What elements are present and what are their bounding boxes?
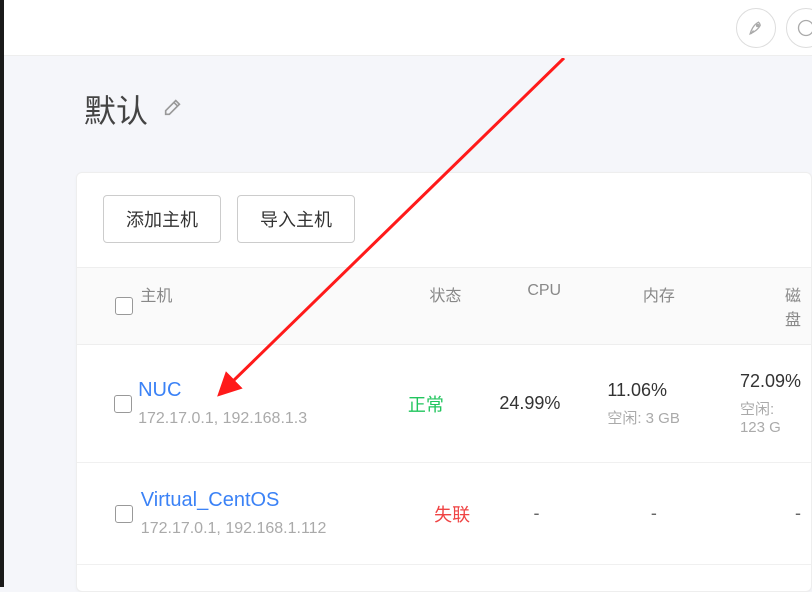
host-table: 主机 状态 CPU 内存 磁盘 NUC 172.17.0.1, 192.168.… <box>77 267 811 565</box>
host-ips: 172.17.0.1, 192.168.1.3 <box>138 410 408 428</box>
row-checkbox[interactable] <box>115 505 133 523</box>
content: 默认 添加主机 导入主机 主机 状态 CPU 内存 磁盘 <box>4 56 812 592</box>
cpu-value: - <box>534 503 540 523</box>
status-badge: 正常 <box>408 395 444 415</box>
status-badge: 失联 <box>434 505 470 525</box>
page-title-row: 默认 <box>84 86 812 132</box>
select-all-checkbox[interactable] <box>115 297 133 315</box>
col-header-cpu: CPU <box>527 282 643 330</box>
disk-free: 空闲: 123 G <box>740 398 801 436</box>
host-card: 添加主机 导入主机 主机 状态 CPU 内存 磁盘 NUC <box>76 172 812 592</box>
import-host-button[interactable]: 导入主机 <box>237 195 355 243</box>
memory-free: 空闲: 3 GB <box>607 407 740 428</box>
edit-icon[interactable] <box>162 96 184 123</box>
table-header: 主机 状态 CPU 内存 磁盘 <box>77 267 811 345</box>
col-header-disk: 磁盘 <box>785 282 811 330</box>
rocket-icon[interactable] <box>736 8 776 48</box>
disk-percent: - <box>795 503 801 523</box>
topbar <box>4 0 812 56</box>
cpu-value: 24.99% <box>499 393 560 413</box>
memory-percent: 11.06% <box>607 380 740 401</box>
col-header-host: 主机 <box>140 282 429 330</box>
page-title: 默认 <box>84 86 148 132</box>
table-row: Virtual_CentOS 172.17.0.1, 192.168.1.112… <box>77 463 811 565</box>
table-row: NUC 172.17.0.1, 192.168.1.3 正常 24.99% 11… <box>77 345 811 463</box>
memory-percent: - <box>651 503 657 523</box>
col-header-memory: 内存 <box>643 282 785 330</box>
host-name-link[interactable]: Virtual_CentOS <box>141 489 434 512</box>
disk-percent: 72.09% <box>740 371 801 392</box>
host-name-link[interactable]: NUC <box>138 379 408 402</box>
secondary-action-icon[interactable] <box>786 8 812 48</box>
host-ips: 172.17.0.1, 192.168.1.112 <box>141 520 434 538</box>
col-header-status: 状态 <box>429 282 527 330</box>
card-toolbar: 添加主机 导入主机 <box>77 173 811 267</box>
add-host-button[interactable]: 添加主机 <box>103 195 221 243</box>
row-checkbox[interactable] <box>114 395 132 413</box>
